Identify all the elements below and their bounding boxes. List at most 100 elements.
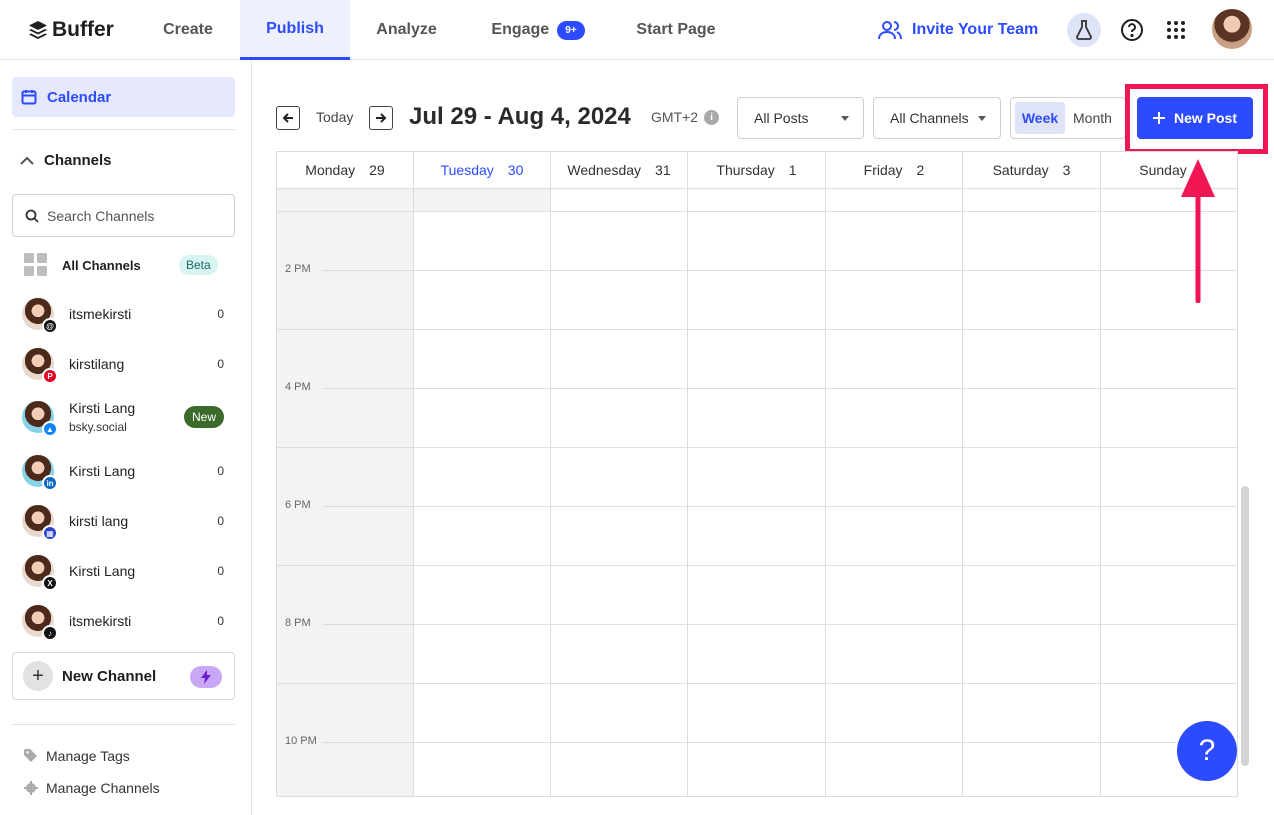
manage-channels-link[interactable]: Manage Channels: [24, 780, 160, 796]
view-week-button[interactable]: Week: [1015, 102, 1065, 134]
nav-tab-publish[interactable]: Publish: [240, 0, 350, 60]
channel-post-count: 0: [217, 307, 224, 321]
channel-avatar: ▦: [22, 505, 58, 541]
tiktok-icon: ♪: [42, 625, 58, 641]
channel-item-linkedin[interactable]: in Kirsti Lang 0: [22, 454, 228, 491]
channel-avatar: P: [22, 348, 58, 384]
channel-search-field[interactable]: [12, 194, 235, 237]
channel-item-google-business[interactable]: ▦ kirsti lang 0: [22, 504, 228, 541]
time-label: 6 PM: [285, 499, 311, 511]
top-navigation: Buffer Create Publish Analyze Engage 9+ …: [0, 0, 1274, 60]
column-line: [962, 189, 963, 796]
users-icon: [878, 21, 902, 40]
day-number: 1: [788, 162, 797, 178]
invite-team-label: Invite Your Team: [912, 21, 1039, 38]
day-header-tuesday: Tuesday 30: [414, 152, 551, 188]
past-time-shading: [413, 189, 550, 211]
manage-tags-link[interactable]: Manage Tags: [24, 748, 130, 764]
next-week-button[interactable]: [369, 106, 393, 130]
day-header-friday: Friday 2: [826, 152, 963, 188]
nav-tab-start-page[interactable]: Start Page: [613, 0, 739, 60]
hour-row-line: [277, 329, 413, 330]
channels-heading: Channels: [44, 152, 112, 169]
day-number: 29: [369, 162, 385, 178]
hour-row-line: [277, 565, 413, 566]
hour-row-line: [277, 683, 413, 684]
nav-tab-label: Publish: [266, 19, 324, 37]
sidebar-item-all-channels[interactable]: All Channels Beta: [24, 252, 220, 278]
channel-avatar: ▲: [22, 401, 58, 437]
google-business-icon: ▦: [42, 525, 58, 541]
half-hour-line: [323, 388, 413, 389]
channels-filter-dropdown[interactable]: All Channels: [873, 97, 1001, 139]
apps-grid-icon[interactable]: [1159, 13, 1193, 47]
channel-name: kirstilang: [69, 356, 125, 372]
view-toggle: Week Month: [1010, 97, 1126, 139]
day-number: 2: [916, 162, 925, 178]
help-chat-button[interactable]: ?: [1177, 721, 1237, 781]
previous-week-button[interactable]: [276, 106, 300, 130]
channel-item-x[interactable]: X Kirsti Lang 0: [22, 554, 228, 591]
arrow-right-icon: [376, 113, 387, 123]
new-post-button[interactable]: New Post: [1137, 97, 1253, 139]
nav-tab-analyze[interactable]: Analyze: [350, 0, 463, 60]
channel-name: Kirsti Lang: [69, 463, 136, 479]
hour-row-line: [277, 211, 413, 212]
day-header-thursday: Thursday 1: [688, 152, 826, 188]
time-label: 2 PM: [285, 263, 311, 275]
time-label: 8 PM: [285, 617, 311, 629]
beta-badge: Beta: [179, 255, 218, 275]
today-button[interactable]: Today: [316, 109, 353, 125]
view-month-button[interactable]: Month: [1073, 110, 1112, 126]
sidebar: Calendar Channels All Channels Beta @ it…: [0, 60, 252, 815]
plus-icon: +: [23, 661, 53, 691]
manage-tags-label: Manage Tags: [46, 748, 130, 764]
logo-text: Buffer: [52, 18, 114, 41]
user-avatar[interactable]: [1212, 9, 1252, 49]
channel-avatar: in: [22, 455, 58, 491]
labs-flask-icon[interactable]: [1067, 13, 1101, 47]
nav-tab-create[interactable]: Create: [136, 0, 240, 60]
plus-icon: [1152, 112, 1165, 124]
channel-item-pinterest[interactable]: P kirstilang 0: [22, 347, 228, 384]
posts-filter-dropdown[interactable]: All Posts: [737, 97, 864, 139]
nav-tab-label: Start Page: [636, 21, 716, 38]
day-header-wednesday: Wednesday 31: [551, 152, 688, 188]
nav-tab-label: Analyze: [376, 21, 437, 38]
nav-tab-engage[interactable]: Engage 9+: [463, 0, 613, 60]
new-channel-button[interactable]: + New Channel: [12, 652, 235, 700]
hour-row-line: [413, 388, 1237, 389]
column-line: [1100, 189, 1101, 796]
channel-item-tiktok[interactable]: ♪ itsmekirsti 0: [22, 604, 228, 641]
channel-name: kirsti lang: [69, 513, 129, 529]
hour-row-line: [413, 329, 1237, 330]
caret-down-icon: [841, 116, 849, 121]
channel-post-count: 0: [217, 357, 224, 371]
channel-post-count: 0: [217, 614, 224, 628]
info-icon[interactable]: i: [704, 109, 720, 125]
half-hour-line: [323, 270, 413, 271]
caret-down-icon: [978, 116, 986, 121]
channel-name: Kirsti Lang: [69, 400, 136, 416]
day-header-monday: Monday 29: [277, 152, 414, 188]
search-channels-input[interactable]: [47, 207, 217, 224]
invite-team-button[interactable]: Invite Your Team: [878, 16, 1038, 44]
calendar-scrollbar[interactable]: [1241, 486, 1249, 766]
hour-row-line: [413, 506, 1237, 507]
pinterest-icon: P: [42, 368, 58, 384]
help-icon[interactable]: [1115, 13, 1149, 47]
annotation-arrow-icon: [1181, 159, 1215, 303]
channel-name: itsmekirsti: [69, 306, 132, 322]
bluesky-icon: ▲: [42, 421, 58, 437]
chevron-up-icon: [20, 156, 34, 165]
timezone-indicator: GMT+2 i: [651, 109, 720, 125]
sidebar-item-calendar[interactable]: Calendar: [12, 77, 235, 117]
hour-row-line: [413, 683, 1237, 684]
channel-item-bluesky[interactable]: ▲ Kirsti Lang bsky.social New: [22, 397, 228, 437]
buffer-logo[interactable]: Buffer: [28, 17, 114, 43]
column-line: [687, 189, 688, 796]
channel-post-count: 0: [217, 514, 224, 528]
channels-toggle[interactable]: Channels: [20, 152, 112, 169]
channel-item-threads[interactable]: @ itsmekirsti 0: [22, 297, 228, 334]
day-name: Thursday: [716, 162, 775, 178]
